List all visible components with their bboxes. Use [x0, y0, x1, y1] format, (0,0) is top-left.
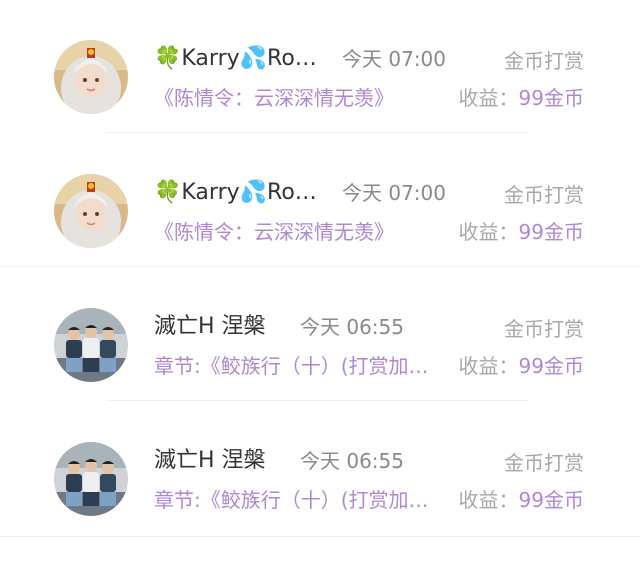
- avatar[interactable]: [54, 442, 128, 516]
- book-title[interactable]: 《陈情令：云深深情无羡》: [154, 216, 424, 248]
- avatar[interactable]: [54, 308, 128, 382]
- earnings-value: 99金币: [518, 354, 584, 378]
- girl-avatar-icon: [54, 174, 128, 248]
- earnings-value: 99金币: [518, 488, 584, 512]
- divider: [0, 266, 640, 267]
- divider: [106, 132, 528, 133]
- earnings-value: 99金币: [518, 220, 584, 244]
- list-item[interactable]: 滅亡H 涅槃 今天 06:55 金币打赏 章节:《鲛族行（十）(打赏加… 收益：…: [0, 268, 640, 402]
- chapter-title[interactable]: 章节:《鲛族行（十）(打赏加…: [154, 350, 446, 382]
- earnings: 收益：99金币: [459, 484, 584, 516]
- timestamp: 今天 07:00: [342, 181, 446, 205]
- girl-avatar-icon: [54, 40, 128, 114]
- user-name[interactable]: 🍀Karry💦Ro…: [154, 177, 324, 209]
- group-avatar-icon: [54, 442, 128, 516]
- earnings-label: 收益：: [458, 488, 519, 512]
- earnings: 收益：99金币: [459, 82, 584, 114]
- timestamp: 今天 06:55: [300, 449, 404, 473]
- user-name[interactable]: 🍀Karry💦Ro…: [154, 43, 324, 75]
- book-title[interactable]: 《陈情令：云深深情无羡》: [154, 82, 424, 114]
- divider: [0, 536, 640, 537]
- earnings-label: 收益：: [458, 220, 519, 244]
- earnings-label: 收益：: [458, 354, 519, 378]
- earnings: 收益：99金币: [459, 350, 584, 382]
- divider: [106, 400, 528, 401]
- avatar[interactable]: [54, 174, 128, 248]
- timestamp: 今天 07:00: [342, 47, 446, 71]
- list-item[interactable]: 🍀Karry💦Ro… 今天 07:00 金币打赏 《陈情令：云深深情无羡》 收益…: [0, 134, 640, 268]
- group-avatar-icon: [54, 308, 128, 382]
- list-item[interactable]: 滅亡H 涅槃 今天 06:55 金币打赏 章节:《鲛族行（十）(打赏加… 收益：…: [0, 402, 640, 537]
- reward-type: 金币打赏: [504, 49, 584, 73]
- avatar[interactable]: [54, 40, 128, 114]
- earnings: 收益：99金币: [459, 216, 584, 248]
- user-name[interactable]: 滅亡H 涅槃: [154, 311, 294, 343]
- chapter-title[interactable]: 章节:《鲛族行（十）(打赏加…: [154, 484, 446, 516]
- reward-type: 金币打赏: [504, 451, 584, 475]
- earnings-label: 收益：: [458, 86, 519, 110]
- reward-type: 金币打赏: [504, 317, 584, 341]
- earnings-value: 99金币: [518, 86, 584, 110]
- reward-type: 金币打赏: [504, 183, 584, 207]
- timestamp: 今天 06:55: [300, 315, 404, 339]
- list-item[interactable]: 🍀Karry💦Ro… 今天 07:00 金币打赏 《陈情令：云深深情无羡》 收益…: [0, 0, 640, 134]
- reward-list: 🍀Karry💦Ro… 今天 07:00 金币打赏 《陈情令：云深深情无羡》 收益…: [0, 0, 640, 574]
- user-name[interactable]: 滅亡H 涅槃: [154, 445, 294, 477]
